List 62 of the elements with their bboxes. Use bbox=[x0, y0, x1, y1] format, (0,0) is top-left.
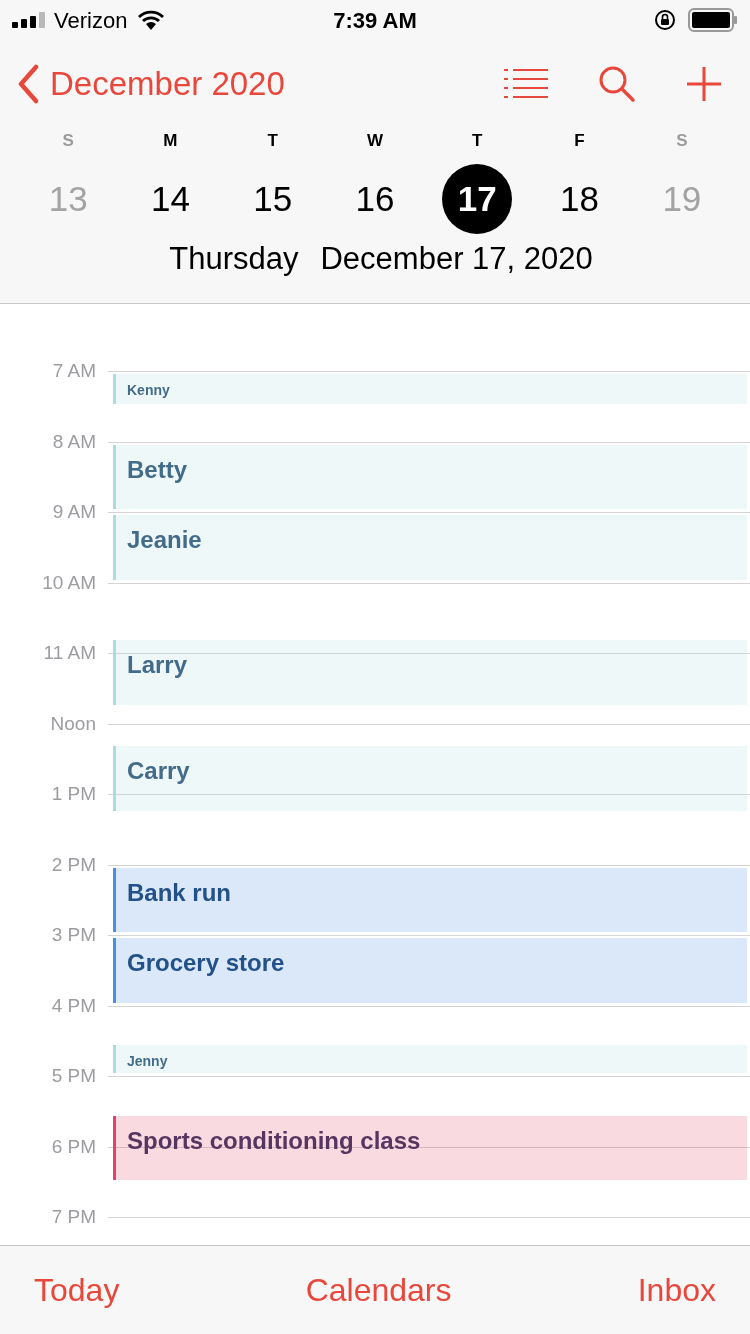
calendar-event[interactable]: Kenny bbox=[113, 374, 747, 404]
event-title: Betty bbox=[127, 454, 188, 485]
day-number[interactable]: 15 bbox=[237, 164, 308, 234]
search-button[interactable] bbox=[598, 65, 636, 103]
chevron-left-icon bbox=[16, 64, 40, 104]
event-title: Jenny bbox=[127, 1052, 169, 1072]
plus-icon bbox=[686, 66, 722, 102]
back-button[interactable]: December 2020 bbox=[16, 59, 285, 109]
add-button[interactable] bbox=[686, 66, 722, 102]
calendar-event[interactable]: Larry bbox=[113, 640, 747, 706]
event-title: Carry bbox=[127, 756, 191, 787]
day-number[interactable]: 17 bbox=[442, 164, 513, 234]
calendar-event[interactable]: Sports conditioning class bbox=[113, 1115, 747, 1180]
event-title: Grocery store bbox=[127, 948, 286, 978]
hour-label: Noon bbox=[50, 711, 96, 736]
battery-icon bbox=[688, 8, 738, 32]
search-icon bbox=[598, 65, 636, 103]
event-title: Larry bbox=[127, 650, 189, 681]
weekday-letter: S bbox=[676, 130, 688, 152]
signal-icon bbox=[12, 12, 46, 28]
clock-time: 7:39 AM bbox=[333, 6, 417, 35]
wifi-icon bbox=[137, 10, 166, 30]
hour-label: 7 PM bbox=[51, 1205, 96, 1229]
carrier-name: Verizon bbox=[54, 6, 128, 35]
day-number[interactable]: 16 bbox=[340, 164, 410, 234]
hour-label: 9 AM bbox=[52, 500, 96, 524]
calendar-event[interactable]: Betty bbox=[113, 444, 747, 510]
hour-label: 6 PM bbox=[51, 1134, 96, 1159]
hour-label: 10 AM bbox=[42, 570, 96, 595]
day-number[interactable]: 14 bbox=[135, 164, 206, 234]
rotation-lock-icon bbox=[654, 9, 676, 31]
calendar-event[interactable]: Grocery store bbox=[113, 938, 747, 1003]
hour-label: 5 PM bbox=[51, 1064, 96, 1088]
list-view-button[interactable] bbox=[504, 69, 548, 99]
calendar-event[interactable]: Carry bbox=[113, 746, 747, 812]
weekday-letter: W bbox=[366, 130, 383, 152]
hour-label: 1 PM bbox=[51, 782, 96, 806]
hour-label: 2 PM bbox=[51, 852, 96, 877]
weekday-letter: T bbox=[472, 130, 483, 152]
weekday-letter: S bbox=[62, 130, 74, 152]
hour-label: 7 AM bbox=[52, 359, 96, 383]
event-title: Bank run bbox=[127, 877, 232, 908]
tab-bar-button[interactable]: Calendars bbox=[305, 1266, 452, 1314]
calendar-event[interactable]: Jeanie bbox=[113, 515, 747, 580]
hour-label: 3 PM bbox=[51, 923, 96, 947]
event-title: Kenny bbox=[127, 381, 171, 400]
event-title: Sports conditioning class bbox=[127, 1125, 422, 1156]
event-title: Jeanie bbox=[127, 525, 203, 555]
hour-label: 8 AM bbox=[52, 429, 96, 454]
list-icon bbox=[504, 69, 548, 99]
tab-bar-button[interactable]: Inbox bbox=[637, 1266, 716, 1314]
selected-date: December 17, 2020 bbox=[320, 240, 593, 278]
hour-label: 11 AM bbox=[43, 641, 96, 665]
calendar-event[interactable]: Jenny bbox=[113, 1045, 747, 1074]
weekday-letter: M bbox=[163, 130, 178, 152]
weekday-letter: T bbox=[267, 130, 278, 152]
selected-weekday: Thursday bbox=[169, 240, 299, 278]
weekday-letter: F bbox=[574, 130, 585, 152]
day-number[interactable]: 18 bbox=[544, 164, 615, 234]
calendar-event[interactable]: Bank run bbox=[113, 867, 747, 933]
tab-bar-button[interactable]: Today bbox=[34, 1266, 120, 1314]
hour-label: 4 PM bbox=[51, 993, 96, 1018]
